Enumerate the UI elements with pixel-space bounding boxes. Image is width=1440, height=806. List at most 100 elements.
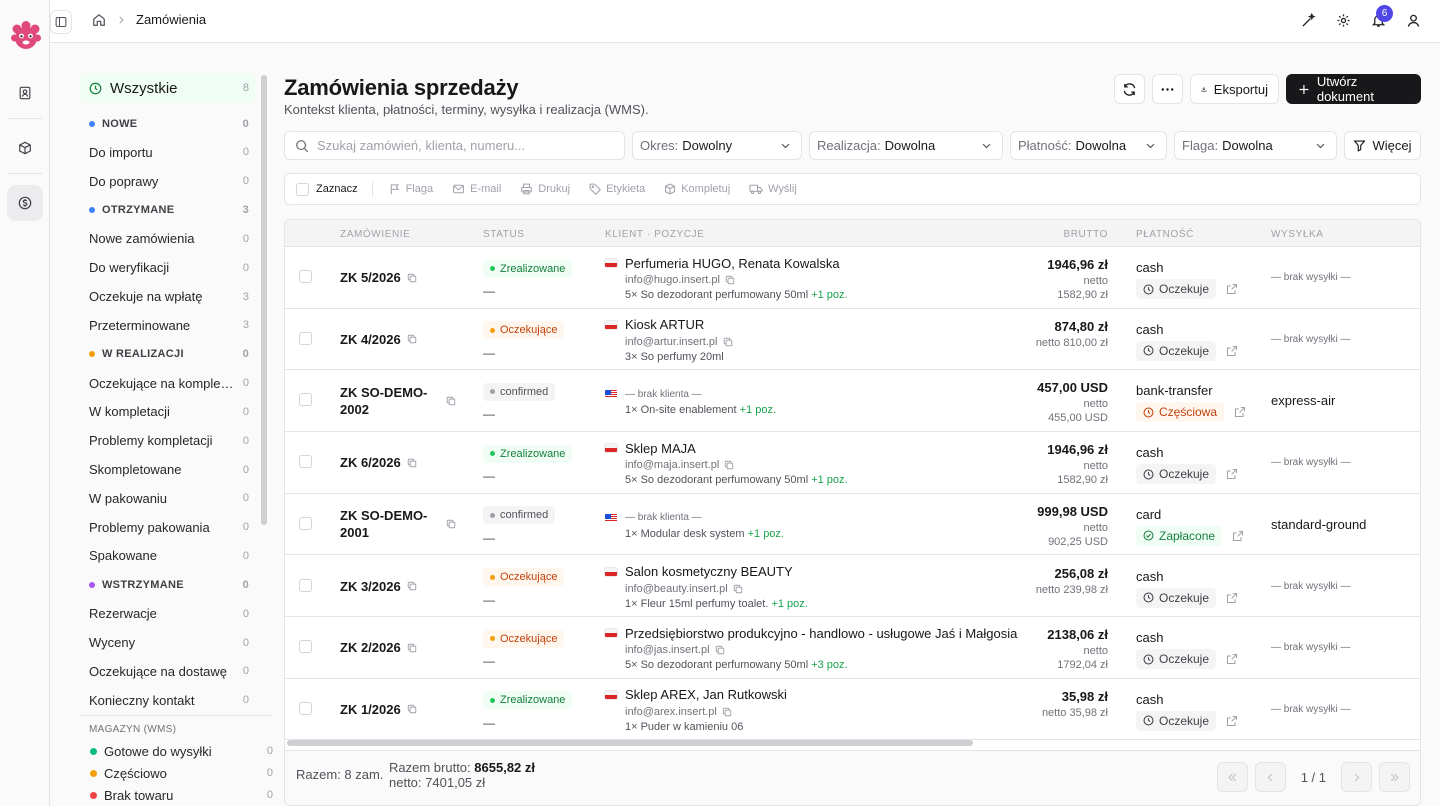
payment-status-badge[interactable]: Częściowa	[1136, 402, 1225, 423]
external-link-icon[interactable]	[1226, 715, 1238, 727]
table-horizontal-scrollbar[interactable]	[287, 740, 973, 746]
client-email[interactable]: info@maja.insert.pl	[625, 459, 719, 471]
status-badge[interactable]: Zrealizowane	[483, 259, 573, 278]
copy-icon[interactable]	[733, 584, 743, 594]
table-row[interactable]: ZK 6/2026 Zrealizowane — Sklep MAJA info…	[285, 432, 1420, 494]
status-badge[interactable]: Zrealizowane	[483, 444, 573, 463]
external-link-icon[interactable]	[1226, 468, 1238, 480]
client-email[interactable]: info@beauty.insert.pl	[625, 583, 728, 595]
sidebar-group[interactable]: OTRZYMANE 3	[80, 196, 255, 225]
order-number-link[interactable]: ZK SO-DEMO-2001	[340, 507, 440, 541]
row-checkbox[interactable]	[299, 578, 312, 592]
more-filters-button[interactable]: Więcej	[1344, 131, 1421, 160]
copy-icon[interactable]	[446, 519, 456, 529]
rail-sales-button[interactable]	[7, 185, 43, 221]
row-checkbox[interactable]	[299, 270, 312, 283]
client-name[interactable]: Kiosk ARTUR	[625, 317, 704, 332]
select-all-checkbox[interactable]	[296, 182, 309, 196]
column-header-client[interactable]: KLIENT · POZYCJE	[605, 229, 704, 240]
client-email[interactable]: info@hugo.insert.pl	[625, 274, 720, 286]
status-badge[interactable]: Oczekujące	[483, 321, 565, 340]
row-checkbox[interactable]	[299, 455, 312, 469]
wms-item[interactable]: Częściowo 0	[80, 762, 273, 784]
order-number-link[interactable]: ZK SO-DEMO-2002	[340, 384, 440, 418]
sidebar-item[interactable]: Wyceny 0	[80, 628, 255, 657]
sidebar-group[interactable]: WSTRZYMANE 0	[80, 570, 255, 599]
client-email[interactable]: info@artur.insert.pl	[625, 336, 718, 348]
payment-status-badge[interactable]: Oczekuje	[1136, 340, 1217, 361]
row-checkbox[interactable]	[299, 516, 312, 530]
sidebar-item[interactable]: Problemy pakowania 0	[80, 513, 255, 542]
status-badge[interactable]: confirmed	[483, 506, 556, 525]
select-all-toggle[interactable]: Zaznacz	[296, 181, 373, 197]
more-actions-button[interactable]	[1152, 74, 1183, 104]
copy-icon[interactable]	[407, 458, 417, 468]
payment-status-badge[interactable]: Zapłacone	[1136, 525, 1223, 546]
sidebar-scrollbar[interactable]	[261, 75, 267, 525]
sidebar-item[interactable]: Nowe zamówienia 0	[80, 225, 255, 254]
wms-item[interactable]: Brak towaru 0	[80, 784, 273, 806]
copy-icon[interactable]	[407, 273, 417, 283]
column-header-payment[interactable]: PŁATNOŚĆ	[1136, 229, 1194, 240]
paw-logo-icon[interactable]	[10, 20, 42, 52]
table-row[interactable]: ZK 5/2026 Zrealizowane — Perfumeria HUGO…	[285, 247, 1420, 309]
bulk-print-button[interactable]: Drukuj	[520, 183, 570, 195]
row-checkbox[interactable]	[299, 701, 312, 715]
external-link-icon[interactable]	[1226, 345, 1238, 357]
copy-icon[interactable]	[407, 704, 417, 714]
copy-icon[interactable]	[407, 643, 417, 653]
rail-contacts-button[interactable]	[7, 75, 43, 111]
next-page-button[interactable]	[1341, 762, 1372, 792]
payment-status-badge[interactable]: Oczekuje	[1136, 710, 1217, 731]
column-header-status[interactable]: STATUS	[483, 229, 525, 240]
column-header-gross[interactable]: BRUTTO	[1063, 229, 1108, 240]
more-items-link[interactable]: +1 poz.	[748, 528, 784, 540]
copy-icon[interactable]	[722, 707, 732, 717]
sidebar-item[interactable]: Do poprawy 0	[80, 167, 255, 196]
bulk-flag-button[interactable]: Flaga	[389, 183, 433, 195]
assistant-button[interactable]	[1300, 12, 1317, 29]
user-menu-button[interactable]	[1405, 12, 1422, 29]
refresh-button[interactable]	[1114, 74, 1145, 104]
more-items-link[interactable]: +1 poz.	[811, 289, 847, 301]
last-page-button[interactable]	[1379, 762, 1410, 792]
client-name[interactable]: Sklep AREX, Jan Rutkowski	[625, 687, 787, 702]
prev-page-button[interactable]	[1254, 762, 1286, 792]
sidebar-item[interactable]: Skompletowane 0	[80, 455, 255, 484]
sidebar-group[interactable]: W REALIZACJI 0	[80, 340, 255, 369]
notifications-button[interactable]: 6	[1370, 5, 1393, 29]
sidebar-item-all[interactable]: Wszystkie 8	[80, 73, 255, 103]
client-name[interactable]: Przedsiębiorstwo produkcyjno - handlowo …	[625, 626, 1017, 641]
copy-icon[interactable]	[724, 460, 734, 470]
order-number-link[interactable]: ZK 4/2026	[340, 332, 401, 347]
status-list[interactable]: Wszystkie 8 NOWE 0 Do importu 0 Do popra…	[80, 73, 255, 773]
table-row[interactable]: ZK SO-DEMO-2002 confirmed — — brak klien…	[285, 370, 1420, 432]
external-link-icon[interactable]	[1226, 653, 1238, 665]
external-link-icon[interactable]	[1234, 406, 1246, 418]
row-checkbox[interactable]	[299, 331, 312, 345]
more-items-link[interactable]: +1 poz.	[811, 474, 847, 486]
sidebar-item[interactable]: Do weryfikacji 0	[80, 253, 255, 282]
search-input[interactable]	[317, 138, 607, 153]
row-checkbox[interactable]	[299, 640, 312, 654]
client-name[interactable]: — brak klienta —	[625, 389, 702, 400]
payment-status-badge[interactable]: Oczekuje	[1136, 587, 1217, 608]
table-row[interactable]: ZK 3/2026 Oczekujące — Salon kosmetyczny…	[285, 556, 1420, 617]
copy-icon[interactable]	[446, 396, 456, 406]
copy-icon[interactable]	[407, 334, 417, 344]
copy-icon[interactable]	[715, 645, 725, 655]
client-email[interactable]: info@arex.insert.pl	[625, 706, 717, 718]
row-checkbox[interactable]	[299, 393, 312, 407]
external-link-icon[interactable]	[1226, 283, 1238, 295]
payment-status-badge[interactable]: Oczekuje	[1136, 649, 1217, 670]
sidebar-item[interactable]: Oczekujące na dostawę 0	[80, 657, 255, 686]
bulk-ship-button[interactable]: Wyślij	[749, 183, 797, 195]
more-items-link[interactable]: +1 poz.	[740, 404, 776, 416]
client-name[interactable]: Perfumeria HUGO, Renata Kowalska	[625, 256, 840, 271]
order-number-link[interactable]: ZK 2/2026	[340, 640, 401, 655]
status-badge[interactable]: Oczekujące	[483, 629, 565, 648]
external-link-icon[interactable]	[1226, 592, 1238, 604]
copy-icon[interactable]	[407, 581, 417, 591]
more-items-link[interactable]: +1 poz.	[771, 598, 807, 610]
status-badge[interactable]: confirmed	[483, 382, 556, 401]
